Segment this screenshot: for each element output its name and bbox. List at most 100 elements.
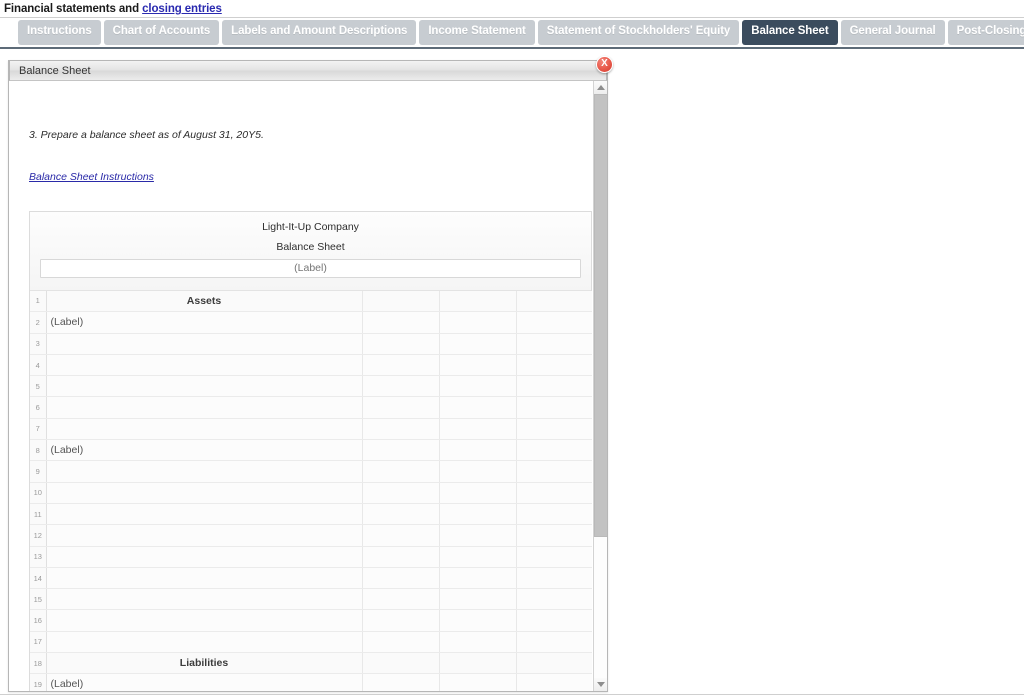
amount-cell-a[interactable] (362, 674, 439, 691)
amount-cell-b[interactable] (439, 461, 516, 482)
amount-cell-a[interactable] (362, 567, 439, 588)
section-header-cell: Assets (46, 291, 362, 312)
tab-instructions[interactable]: Instructions (18, 20, 101, 45)
row-label-cell[interactable] (46, 503, 362, 524)
worksheet-row: 13 (30, 546, 592, 567)
amount-cell-c[interactable] (516, 482, 592, 503)
tab-general-journal[interactable]: General Journal (841, 20, 945, 45)
amount-cell-a[interactable] (362, 333, 439, 354)
amount-cell-b[interactable] (439, 397, 516, 418)
row-label-cell[interactable] (46, 525, 362, 546)
amount-cell-c[interactable] (516, 631, 592, 652)
amount-cell-c[interactable] (516, 567, 592, 588)
row-number: 13 (30, 546, 46, 567)
amount-cell-a[interactable] (362, 610, 439, 631)
row-number: 1 (30, 291, 46, 312)
date-label-input[interactable] (40, 259, 581, 278)
amount-cell-b[interactable] (439, 503, 516, 524)
amount-cell-b[interactable] (439, 418, 516, 439)
amount-cell-b[interactable] (439, 291, 516, 312)
row-number: 17 (30, 631, 46, 652)
amount-cell-b[interactable] (439, 482, 516, 503)
amount-cell-a[interactable] (362, 589, 439, 610)
section-header-cell: Liabilities (46, 653, 362, 674)
amount-cell-c[interactable] (516, 333, 592, 354)
amount-cell-a[interactable] (362, 461, 439, 482)
row-label-cell[interactable]: (Label) (46, 440, 362, 461)
tab-chart-of-accounts[interactable]: Chart of Accounts (104, 20, 220, 45)
amount-cell-c[interactable] (516, 653, 592, 674)
amount-cell-b[interactable] (439, 312, 516, 333)
amount-cell-b[interactable] (439, 440, 516, 461)
scroll-down-arrow-icon[interactable] (594, 678, 607, 691)
amount-cell-a[interactable] (362, 397, 439, 418)
scrollbar-thumb[interactable] (594, 94, 607, 537)
worksheet-row: 16 (30, 610, 592, 631)
row-label-cell[interactable] (46, 482, 362, 503)
row-label-cell[interactable] (46, 397, 362, 418)
row-number: 16 (30, 610, 46, 631)
row-label-cell[interactable] (46, 461, 362, 482)
row-label-cell[interactable] (46, 376, 362, 397)
amount-cell-a[interactable] (362, 312, 439, 333)
amount-cell-b[interactable] (439, 674, 516, 691)
amount-cell-b[interactable] (439, 631, 516, 652)
scrollbar-track[interactable] (594, 94, 607, 678)
amount-cell-c[interactable] (516, 525, 592, 546)
amount-cell-b[interactable] (439, 333, 516, 354)
row-label-cell[interactable] (46, 418, 362, 439)
amount-cell-c[interactable] (516, 440, 592, 461)
amount-cell-a[interactable] (362, 653, 439, 674)
amount-cell-c[interactable] (516, 291, 592, 312)
amount-cell-c[interactable] (516, 503, 592, 524)
row-label-cell[interactable] (46, 546, 362, 567)
amount-cell-c[interactable] (516, 376, 592, 397)
amount-cell-b[interactable] (439, 567, 516, 588)
amount-cell-a[interactable] (362, 354, 439, 375)
amount-cell-c[interactable] (516, 610, 592, 631)
amount-cell-c[interactable] (516, 354, 592, 375)
row-label-cell[interactable] (46, 631, 362, 652)
amount-cell-c[interactable] (516, 674, 592, 691)
scroll-up-arrow-icon[interactable] (594, 81, 607, 94)
amount-cell-b[interactable] (439, 653, 516, 674)
amount-cell-a[interactable] (362, 546, 439, 567)
tab-labels-and-amount-descriptions[interactable]: Labels and Amount Descriptions (222, 20, 416, 45)
worksheet-row: 3 (30, 333, 592, 354)
amount-cell-a[interactable] (362, 631, 439, 652)
closing-entries-link[interactable]: closing entries (142, 3, 222, 15)
amount-cell-b[interactable] (439, 354, 516, 375)
amount-cell-b[interactable] (439, 589, 516, 610)
amount-cell-c[interactable] (516, 312, 592, 333)
row-label-cell[interactable] (46, 567, 362, 588)
amount-cell-b[interactable] (439, 546, 516, 567)
amount-cell-a[interactable] (362, 291, 439, 312)
vertical-scrollbar[interactable] (593, 81, 607, 691)
amount-cell-b[interactable] (439, 376, 516, 397)
amount-cell-b[interactable] (439, 525, 516, 546)
tab-income-statement[interactable]: Income Statement (419, 20, 534, 45)
row-label-cell[interactable] (46, 589, 362, 610)
tab-post-closing-trial-balance[interactable]: Post-Closing Trial Balance (948, 20, 1024, 45)
row-label-cell[interactable]: (Label) (46, 674, 362, 691)
close-icon[interactable]: X (596, 56, 613, 73)
row-label-cell[interactable] (46, 610, 362, 631)
amount-cell-a[interactable] (362, 418, 439, 439)
amount-cell-a[interactable] (362, 376, 439, 397)
amount-cell-a[interactable] (362, 503, 439, 524)
amount-cell-c[interactable] (516, 461, 592, 482)
amount-cell-a[interactable] (362, 482, 439, 503)
amount-cell-c[interactable] (516, 546, 592, 567)
amount-cell-c[interactable] (516, 397, 592, 418)
amount-cell-a[interactable] (362, 525, 439, 546)
tab-statement-of-stockholders-equity[interactable]: Statement of Stockholders' Equity (538, 20, 739, 45)
amount-cell-a[interactable] (362, 440, 439, 461)
balance-sheet-instructions-link[interactable]: Balance Sheet Instructions (29, 171, 154, 183)
row-label-cell[interactable] (46, 333, 362, 354)
row-label-cell[interactable]: (Label) (46, 312, 362, 333)
row-label-cell[interactable] (46, 354, 362, 375)
tab-balance-sheet[interactable]: Balance Sheet (742, 20, 837, 45)
amount-cell-c[interactable] (516, 418, 592, 439)
amount-cell-b[interactable] (439, 610, 516, 631)
amount-cell-c[interactable] (516, 589, 592, 610)
